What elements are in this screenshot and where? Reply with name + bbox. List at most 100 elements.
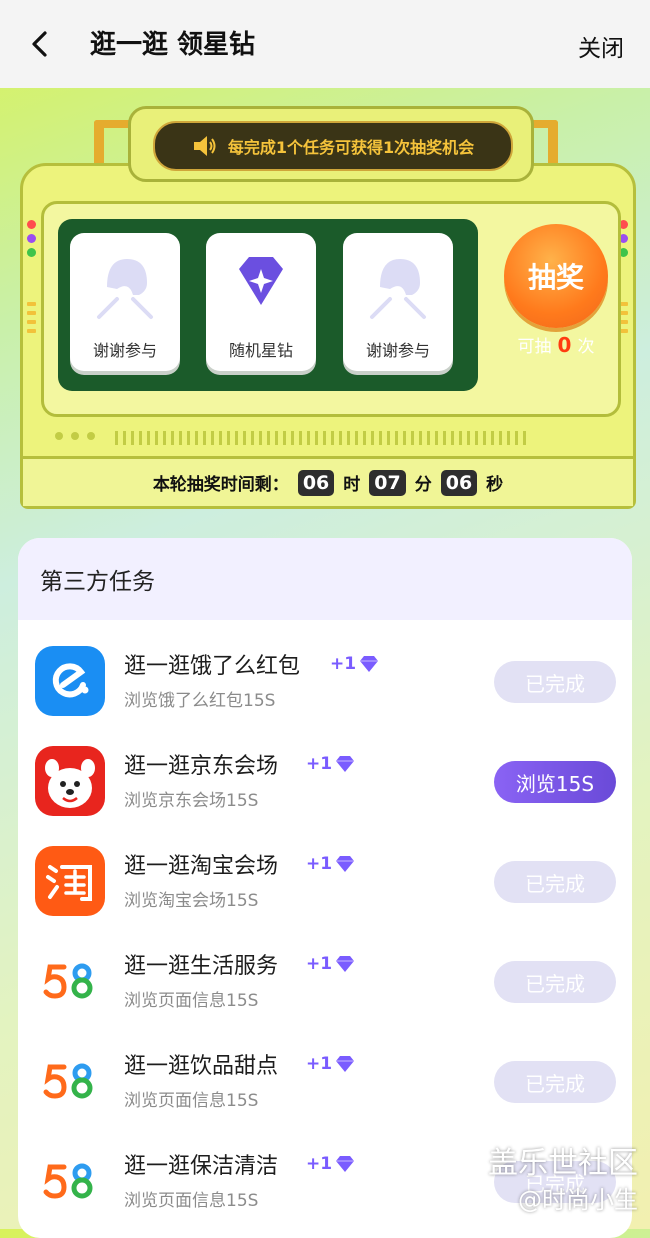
decor-tick	[387, 431, 390, 445]
task-title: 逛一逛生活服务	[124, 954, 279, 979]
close-button[interactable]: 关闭	[578, 29, 624, 63]
timer-minutes: 07	[369, 469, 406, 496]
decor-tick	[507, 431, 510, 445]
diamond-icon	[336, 1056, 355, 1072]
decor-tick	[291, 431, 294, 445]
task-reward-value: +1	[330, 654, 357, 674]
machine-body: 谢谢参与 随机星钻 谢谢参与 抽奖 可抽 0 次 本轮抽奖时间剩： 06 时 0…	[20, 163, 636, 509]
countdown-timer: 本轮抽奖时间剩： 06 时 07 分 06 秒	[23, 456, 633, 506]
task-reward-value: +1	[306, 1054, 333, 1074]
task-row: 逛一逛淘宝会场 +1 浏览淘宝会场15S 已完成	[18, 838, 632, 938]
page-title: 逛一逛 领星钻	[90, 30, 256, 60]
thanks-icon	[343, 251, 453, 323]
task-reward-value: +1	[306, 954, 333, 974]
decor-tick	[435, 431, 438, 445]
decor-tick	[243, 431, 246, 445]
decor-ticks	[115, 431, 526, 445]
task-row: 逛一逛饿了么红包 +1 浏览饿了么红包15S 已完成	[18, 638, 632, 738]
decor-tick	[283, 431, 286, 445]
task-action-button[interactable]: 已完成	[494, 1061, 616, 1103]
diamond-icon	[360, 656, 379, 672]
taobao-app-icon	[35, 846, 105, 916]
slot-screen: 谢谢参与 随机星钻 谢谢参与	[58, 219, 478, 391]
task-panel-header: 第三方任务	[18, 538, 632, 620]
notice-banner: 每完成1个任务可获得1次抽奖机会	[153, 121, 513, 171]
decor-tick	[475, 431, 478, 445]
decor-tick	[443, 431, 446, 445]
task-reward-value: +1	[306, 754, 333, 774]
prize-slot-2: 随机星钻	[206, 233, 316, 371]
task-description: 浏览淘宝会场15S	[124, 891, 259, 911]
decor-tick	[483, 431, 486, 445]
decor-tick	[235, 431, 238, 445]
notice-sign: 每完成1个任务可获得1次抽奖机会	[128, 106, 534, 182]
diamond-icon	[336, 856, 355, 872]
decor-tick	[315, 431, 318, 445]
decor-tick	[307, 431, 310, 445]
prize-slot-3: 谢谢参与	[343, 233, 453, 371]
timer-hours: 06	[297, 469, 335, 496]
top-bar: 逛一逛 领星钻 关闭	[0, 0, 650, 88]
decor-tick	[515, 431, 518, 445]
task-reward: +1	[306, 754, 356, 774]
decor-tick	[411, 431, 414, 445]
task-action-button[interactable]: 已完成	[494, 861, 616, 903]
timer-minutes-unit: 分	[414, 475, 432, 495]
decor-tick	[275, 431, 278, 445]
task-reward: +1	[330, 654, 380, 674]
decor-tick	[259, 431, 262, 445]
decor-tick	[459, 431, 462, 445]
timer-label: 本轮抽奖时间剩：	[152, 475, 289, 495]
decor-tick	[267, 431, 270, 445]
watermark-author: @时尚小生	[518, 1186, 638, 1214]
decor-tick	[123, 431, 126, 445]
task-title: 逛一逛饮品甜点	[124, 1054, 279, 1079]
watermark-community: 盖乐世社区	[488, 1146, 638, 1181]
speaker-icon	[193, 136, 216, 156]
task-reward: +1	[306, 854, 356, 874]
task-title: 逛一逛饿了么红包	[124, 654, 301, 679]
task-panel: 第三方任务 逛一逛饿了么红包 +1 浏览饿了么红包15S 已完成 逛一逛京东会场…	[18, 538, 632, 1238]
task-description: 浏览饿了么红包15S	[124, 691, 276, 711]
decor-tick	[131, 431, 134, 445]
task-reward: +1	[306, 1054, 356, 1074]
decor-tick	[379, 431, 382, 445]
task-description: 浏览页面信息15S	[124, 1091, 259, 1111]
prize-slot-label: 谢谢参与	[365, 341, 430, 360]
lottery-machine: 谢谢参与 随机星钻 谢谢参与 抽奖 可抽 0 次 本轮抽奖时间剩： 06 时 0…	[0, 88, 650, 518]
task-title: 逛一逛淘宝会场	[124, 854, 279, 879]
decor-tick	[451, 431, 454, 445]
decor-tick	[403, 431, 406, 445]
thanks-icon	[70, 251, 180, 323]
back-button[interactable]	[22, 26, 58, 62]
notice-text: 每完成1个任务可获得1次抽奖机会	[227, 138, 475, 157]
eleme-app-icon	[35, 646, 105, 716]
task-row: 逛一逛生活服务 +1 浏览页面信息15S 已完成	[18, 938, 632, 1038]
diamond-icon	[336, 756, 355, 772]
58-app-icon	[35, 946, 105, 1016]
decor-tick	[171, 431, 174, 445]
task-action-button[interactable]: 已完成	[494, 961, 616, 1003]
decor-tick	[419, 431, 422, 445]
task-description: 浏览页面信息15S	[124, 1191, 259, 1211]
decor-tick	[355, 431, 358, 445]
task-reward: +1	[306, 1154, 356, 1174]
draw-chances-count: 0	[557, 333, 572, 357]
prize-slot-1: 谢谢参与	[70, 233, 180, 371]
decor-tick	[467, 431, 470, 445]
decor-dots	[55, 432, 95, 440]
draw-button[interactable]: 抽奖	[504, 224, 608, 328]
prize-slot-label: 随机星钻	[228, 341, 293, 360]
decor-tick	[203, 431, 206, 445]
task-title: 逛一逛京东会场	[124, 754, 279, 779]
draw-chances: 可抽 0 次	[499, 332, 613, 357]
slot-frame: 谢谢参与 随机星钻 谢谢参与 抽奖 可抽 0 次	[41, 201, 621, 417]
draw-chances-suffix: 次	[577, 337, 595, 357]
decor-tick	[211, 431, 214, 445]
task-description: 浏览京东会场15S	[124, 791, 259, 811]
task-action-button[interactable]: 已完成	[494, 661, 616, 703]
decor-tick	[331, 431, 334, 445]
decor-tick	[523, 431, 526, 445]
task-action-button[interactable]: 浏览15S	[494, 761, 616, 803]
decor-tick	[139, 431, 142, 445]
